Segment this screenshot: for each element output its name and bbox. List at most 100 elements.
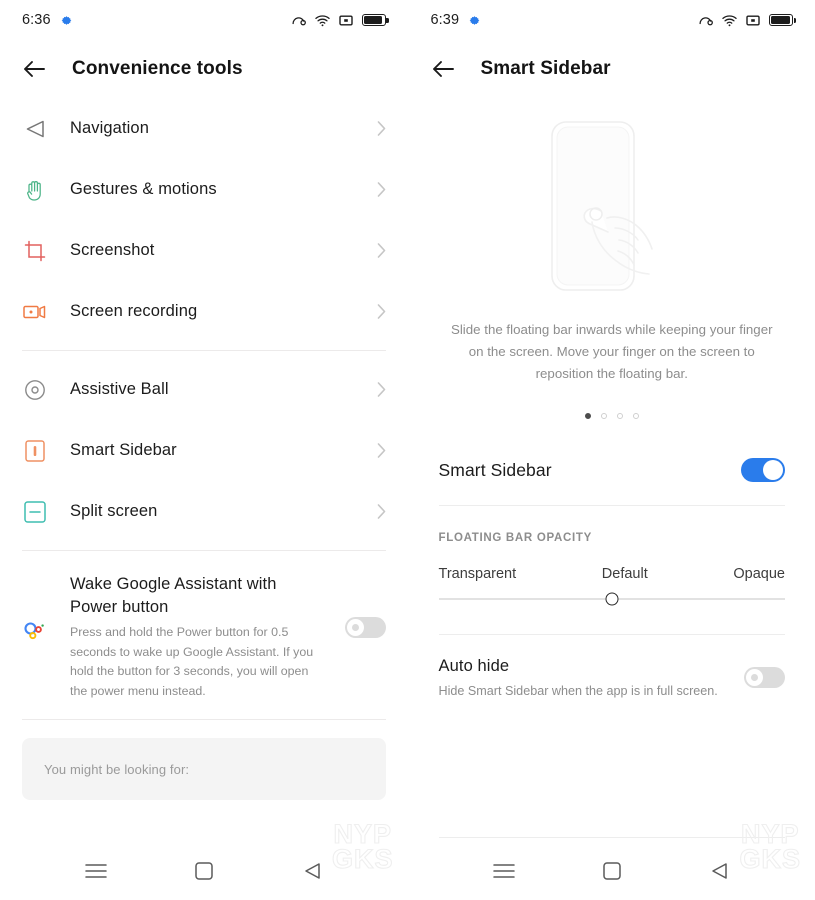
back-icon[interactable] xyxy=(299,858,325,884)
list-item-label: Screen recording xyxy=(70,302,198,320)
assistant-text-block: Wake Google Assistant with Power button … xyxy=(70,573,323,701)
list-item-label: Smart Sidebar xyxy=(70,441,177,459)
opacity-slider-thumb[interactable] xyxy=(605,592,619,606)
list-item-label: Assistive Ball xyxy=(70,380,169,398)
opacity-slider-labels: Transparent Default Opaque xyxy=(409,544,815,582)
assistant-title: Wake Google Assistant with Power button xyxy=(70,575,277,616)
wake-assistant-toggle[interactable] xyxy=(344,617,386,638)
status-bar-right xyxy=(698,14,797,27)
page-title: Convenience tools xyxy=(72,58,243,79)
right-screen-smart-sidebar: 6:39 Smart Sidebar Slide the floating ba… xyxy=(407,0,815,900)
pager-dot-1[interactable] xyxy=(584,413,591,419)
menu-icon[interactable] xyxy=(491,858,517,884)
menu-icon[interactable] xyxy=(83,858,109,884)
list-item-wake-google-assistant[interactable]: Wake Google Assistant with Power button … xyxy=(22,559,386,711)
section-divider xyxy=(22,550,386,551)
app-bar: Smart Sidebar xyxy=(409,40,815,98)
pager-dot-2[interactable] xyxy=(600,413,607,419)
status-bar-right xyxy=(291,14,389,27)
list-item-screenshot[interactable]: Screenshot xyxy=(22,220,386,281)
auto-hide-text-block: Auto hide Hide Smart Sidebar when the ap… xyxy=(439,657,718,701)
status-bar-left: 6:36 xyxy=(22,12,73,28)
vibrate-icon xyxy=(746,15,760,26)
battery-icon xyxy=(361,14,389,26)
opacity-label-default: Default xyxy=(601,566,648,582)
auto-hide-description: Hide Smart Sidebar when the app is in fu… xyxy=(438,683,718,698)
assistant-description: Press and hold the Power button for 0.5 … xyxy=(70,625,314,698)
status-bar-left: 6:39 xyxy=(431,12,482,28)
chevron-right-icon xyxy=(377,182,385,197)
split-screen-icon xyxy=(22,499,48,525)
floating-bar-opacity-caption: FLOATING BAR OPACITY xyxy=(438,532,592,544)
status-time: 6:36 xyxy=(22,12,51,28)
opacity-slider-track[interactable] xyxy=(438,592,785,606)
pager-dot-4[interactable] xyxy=(632,413,639,419)
smart-sidebar-toggle-row[interactable]: Smart Sidebar xyxy=(409,435,815,505)
back-icon[interactable] xyxy=(706,858,732,884)
chevron-right-icon xyxy=(377,243,385,258)
bottom-divider xyxy=(438,837,785,838)
chevron-right-icon xyxy=(377,121,385,136)
sidebar-icon xyxy=(22,438,48,464)
navigation-triangle-icon xyxy=(22,116,48,142)
headphone-icon xyxy=(291,16,306,25)
illustration-description: Slide the floating bar inwards while kee… xyxy=(450,322,773,381)
smart-sidebar-toggle-label: Smart Sidebar xyxy=(438,459,552,480)
list-item-gestures-motions[interactable]: Gestures & motions xyxy=(22,159,386,220)
headphone-icon xyxy=(699,16,713,25)
gear-icon xyxy=(469,15,480,25)
settings-list: Navigation Gestures & motions Screenshot… xyxy=(0,98,408,720)
status-bar: 6:39 xyxy=(409,0,815,40)
home-icon[interactable] xyxy=(599,858,625,884)
list-item-smart-sidebar[interactable]: Smart Sidebar xyxy=(22,420,386,481)
chevron-right-icon xyxy=(377,382,385,397)
auto-hide-title: Auto hide xyxy=(438,656,510,675)
navigation-bar xyxy=(409,842,815,900)
phone-with-finger-swipe-illustration xyxy=(409,98,815,313)
opacity-label-opaque: Opaque xyxy=(733,566,785,582)
list-item-assistive-ball[interactable]: Assistive Ball xyxy=(22,359,386,420)
pager-dots xyxy=(409,413,815,419)
gear-icon xyxy=(61,15,71,25)
list-item-label: Gestures & motions xyxy=(70,180,217,198)
page-title: Smart Sidebar xyxy=(480,58,611,79)
section-divider xyxy=(22,719,386,720)
battery-icon xyxy=(769,14,797,26)
list-item-navigation[interactable]: Navigation xyxy=(22,98,386,159)
home-icon[interactable] xyxy=(191,858,217,884)
auto-hide-toggle-wrap xyxy=(744,657,785,688)
assistive-ball-icon xyxy=(22,377,48,403)
navigation-bar xyxy=(0,842,408,900)
vibrate-icon xyxy=(338,15,353,26)
video-camera-icon xyxy=(22,299,48,325)
chevron-right-icon xyxy=(377,304,385,319)
dual-screenshot-container: 6:36 Convenience tools Navigation Gestur… xyxy=(0,0,815,900)
status-bar: 6:36 xyxy=(0,0,408,40)
list-item-split-screen[interactable]: Split screen xyxy=(22,481,386,542)
left-screen-convenience-tools: 6:36 Convenience tools Navigation Gestur… xyxy=(0,0,408,900)
opacity-slider[interactable] xyxy=(409,582,815,606)
section-divider xyxy=(22,350,386,351)
list-item-label: Split screen xyxy=(70,502,158,520)
wifi-icon xyxy=(314,14,330,26)
app-bar: Convenience tools xyxy=(0,40,408,98)
list-item-label: Screenshot xyxy=(70,241,155,259)
suggestion-card-label: You might be looking for: xyxy=(44,761,190,777)
back-arrow-icon[interactable] xyxy=(22,59,46,79)
suggestion-card[interactable]: You might be looking for: xyxy=(22,738,386,800)
wifi-icon xyxy=(722,14,737,26)
auto-hide-row[interactable]: Auto hide Hide Smart Sidebar when the ap… xyxy=(409,635,815,701)
list-item-screen-recording[interactable]: Screen recording xyxy=(22,281,386,342)
opacity-label-transparent: Transparent xyxy=(438,566,517,582)
smart-sidebar-toggle[interactable] xyxy=(741,458,785,482)
status-time: 6:39 xyxy=(430,12,460,28)
chevron-right-icon xyxy=(377,443,385,458)
pager-dot-3[interactable] xyxy=(616,413,623,419)
hand-icon xyxy=(22,177,48,203)
back-arrow-icon[interactable] xyxy=(431,59,455,79)
crop-icon xyxy=(22,238,48,264)
auto-hide-toggle[interactable] xyxy=(744,666,785,688)
list-item-label: Navigation xyxy=(70,119,149,137)
assistant-toggle-wrap xyxy=(344,573,386,638)
google-assistant-icon xyxy=(22,573,48,650)
